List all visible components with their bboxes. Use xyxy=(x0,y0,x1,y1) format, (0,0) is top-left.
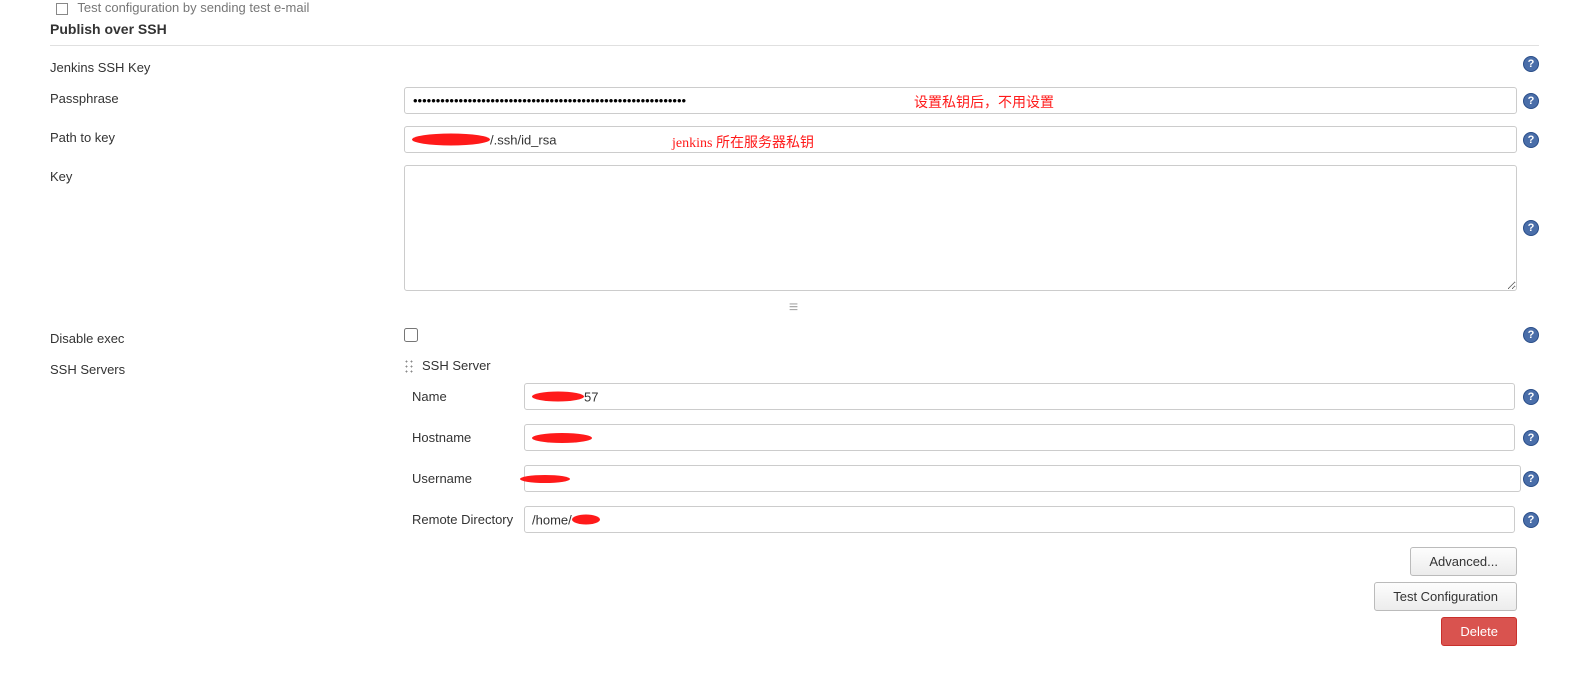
ssh-hostname-label: Hostname xyxy=(404,430,524,445)
ssh-servers-label: SSH Servers xyxy=(50,358,404,377)
section-divider xyxy=(50,45,1539,46)
help-icon[interactable]: ? xyxy=(1523,327,1539,343)
delete-button[interactable]: Delete xyxy=(1441,617,1517,646)
passphrase-label: Passphrase xyxy=(50,87,404,106)
key-label: Key xyxy=(50,165,404,184)
help-icon[interactable]: ? xyxy=(1523,512,1539,528)
advanced-button[interactable]: Advanced... xyxy=(1410,547,1517,576)
top-partial-label: Test configuration by sending test e-mai… xyxy=(77,0,309,15)
checkbox-icon xyxy=(56,3,68,15)
ssh-username-label: Username xyxy=(404,471,524,486)
ssh-remote-dir-label: Remote Directory xyxy=(404,512,524,527)
section-title-publish-over-ssh: Publish over SSH xyxy=(50,21,1539,37)
ssh-remote-dir-input[interactable] xyxy=(524,506,1515,533)
disable-exec-label: Disable exec xyxy=(50,327,404,346)
path-to-key-label: Path to key xyxy=(50,126,404,145)
help-icon[interactable]: ? xyxy=(1523,430,1539,446)
drag-grip-icon[interactable] xyxy=(404,359,414,373)
ssh-hostname-input[interactable] xyxy=(524,424,1515,451)
ssh-server-header: SSH Server xyxy=(422,358,491,373)
help-icon[interactable]: ? xyxy=(1523,93,1539,109)
help-icon[interactable]: ? xyxy=(1523,56,1539,72)
path-to-key-input[interactable] xyxy=(404,126,1517,153)
passphrase-input[interactable] xyxy=(404,87,1517,114)
ssh-name-label: Name xyxy=(404,389,524,404)
jenkins-ssh-key-label: Jenkins SSH Key xyxy=(50,56,404,75)
disable-exec-checkbox[interactable] xyxy=(404,328,418,342)
help-icon[interactable]: ? xyxy=(1523,220,1539,236)
key-textarea[interactable] xyxy=(404,165,1517,291)
help-icon[interactable]: ? xyxy=(1523,389,1539,405)
help-icon[interactable]: ? xyxy=(1523,132,1539,148)
test-configuration-button[interactable]: Test Configuration xyxy=(1374,582,1517,611)
resize-grip-icon[interactable]: ≡ xyxy=(765,299,825,317)
ssh-name-input[interactable] xyxy=(524,383,1515,410)
partial-top-text: Test configuration by sending test e-mai… xyxy=(50,0,1539,15)
help-icon[interactable]: ? xyxy=(1523,471,1539,487)
ssh-username-input[interactable] xyxy=(524,465,1521,492)
